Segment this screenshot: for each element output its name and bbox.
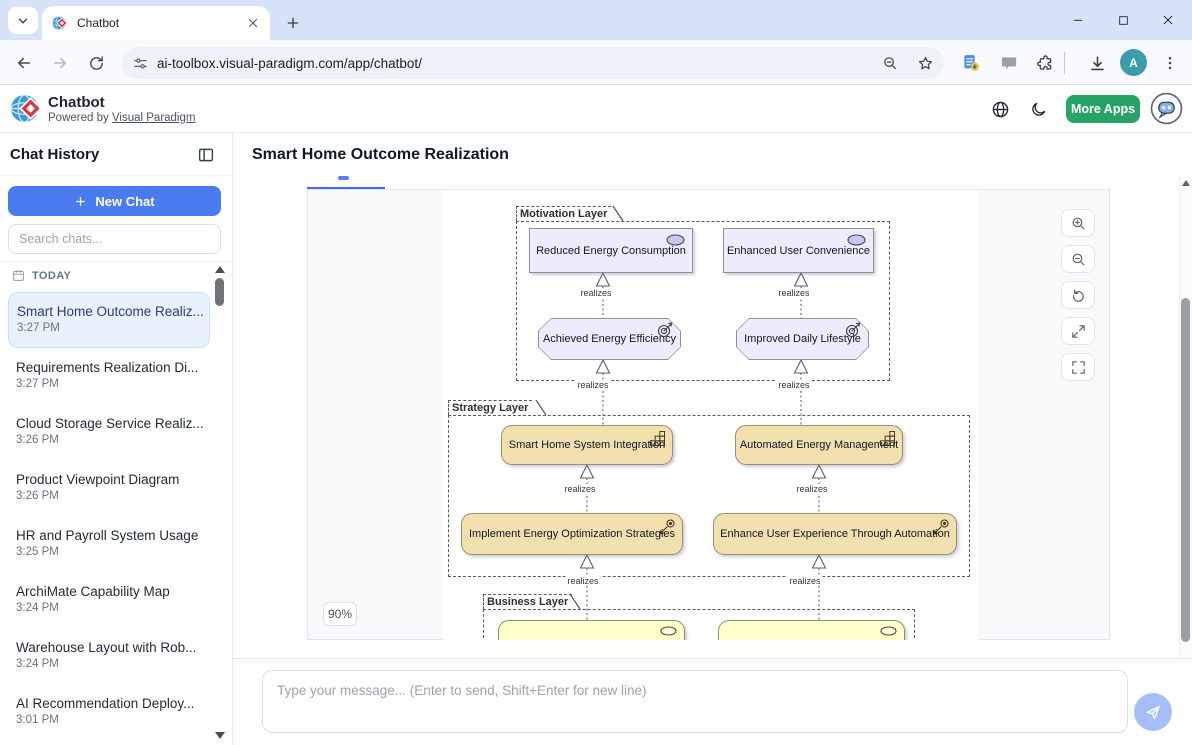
- outcome-target-icon: [657, 322, 673, 338]
- tab-close-icon[interactable]: [246, 16, 260, 30]
- business-service-node[interactable]: [498, 620, 685, 640]
- active-tab-fragment[interactable]: [338, 176, 349, 180]
- main-scrollbar-thumb[interactable]: [1181, 298, 1190, 642]
- new-tab-button[interactable]: [280, 10, 306, 36]
- main-scroll-up-arrow[interactable]: [1182, 180, 1190, 186]
- translate-download-icon[interactable]: [957, 49, 985, 77]
- capability-node[interactable]: Automated Energy Management: [735, 425, 903, 465]
- extensions-puzzle-icon[interactable]: [1031, 49, 1059, 77]
- message-input[interactable]: [262, 670, 1128, 733]
- goal-node[interactable]: Enhanced User Convenience: [723, 228, 874, 273]
- new-chat-button[interactable]: New Chat: [8, 186, 221, 216]
- course-of-action-icon: [933, 519, 949, 535]
- goal-node[interactable]: Reduced Energy Consumption: [529, 228, 693, 273]
- sidebar-divider: [232, 133, 233, 745]
- capability-icon: [880, 431, 895, 446]
- back-button[interactable]: [10, 49, 38, 77]
- diagram-expand-button[interactable]: [1061, 317, 1095, 345]
- business-service-icon: [880, 626, 897, 636]
- goal-icon: [847, 234, 866, 246]
- language-globe-icon[interactable]: [991, 100, 1010, 119]
- forward-button[interactable]: [46, 49, 74, 77]
- collapse-sidebar-icon[interactable]: [197, 146, 215, 164]
- business-service-icon: [660, 626, 677, 636]
- sidebar-divider-line2: [0, 261, 232, 262]
- app-header: [0, 85, 1192, 133]
- more-apps-button[interactable]: More Apps: [1066, 95, 1140, 123]
- send-plane-icon: [1144, 703, 1162, 721]
- archimate-diagram[interactable]: Motivation Layer Strategy Layer Business…: [443, 190, 978, 640]
- chat-history-item[interactable]: Smart Home Outcome Realiz...3:27 PM: [8, 292, 210, 348]
- chat-history-item[interactable]: Product Viewpoint Diagram3:26 PM: [8, 466, 210, 518]
- dark-mode-moon-icon[interactable]: [1030, 101, 1047, 118]
- window-maximize-button[interactable]: [1106, 8, 1140, 32]
- chat-history-item[interactable]: Cloud Storage Service Realiz...3:26 PM: [8, 410, 210, 462]
- powered-by: Powered by Visual Paradigm: [48, 112, 195, 124]
- course-of-action-icon: [659, 519, 675, 535]
- send-button[interactable]: [1134, 693, 1172, 731]
- diagram-fullscreen-button[interactable]: [1061, 353, 1095, 381]
- plus-icon: [74, 195, 87, 208]
- url-bar[interactable]: ai-toolbox.visual-paradigm.com/app/chatb…: [122, 47, 944, 79]
- chat-history-item[interactable]: Warehouse Layout with Rob...3:24 PM: [8, 634, 210, 686]
- diagram-zoom-in-button[interactable]: [1061, 209, 1095, 237]
- realizes-label: realizes: [578, 288, 613, 298]
- zoom-out-page-icon[interactable]: [882, 55, 899, 72]
- tab-title: Chatbot: [77, 16, 246, 30]
- realizes-label: realizes: [562, 484, 597, 494]
- bookmark-star-icon[interactable]: [917, 55, 934, 72]
- window-minimize-button[interactable]: [1061, 8, 1095, 32]
- visual-paradigm-logo: [10, 92, 43, 125]
- side-panel-comment-icon[interactable]: [995, 49, 1023, 77]
- capability-node[interactable]: Smart Home System Integration: [501, 425, 673, 465]
- site-settings-icon[interactable]: [132, 55, 149, 72]
- sidebar-scroll-up-arrow[interactable]: [215, 266, 225, 273]
- outcome-node[interactable]: Achieved Energy Efficiency: [538, 318, 681, 360]
- chat-history-item[interactable]: Requirements Realization Di...3:27 PM: [8, 354, 210, 406]
- diagram-zoom-out-button[interactable]: [1061, 245, 1095, 273]
- realizes-label: realizes: [776, 288, 811, 298]
- chat-history-title: Chat History: [10, 146, 99, 163]
- realizes-label: realizes: [565, 576, 600, 586]
- outcome-target-icon: [845, 322, 861, 338]
- today-section-header: TODAY: [12, 269, 71, 282]
- toolbar-separator: [1064, 52, 1065, 74]
- calendar-icon: [12, 269, 25, 282]
- chatbot-assistant-icon[interactable]: [1150, 92, 1183, 125]
- reload-button[interactable]: [82, 49, 110, 77]
- realizes-label: realizes: [776, 380, 811, 390]
- app-title: Chatbot: [48, 94, 105, 111]
- business-service-node[interactable]: [718, 620, 905, 640]
- search-input[interactable]: [8, 224, 221, 254]
- realizes-label: realizes: [575, 380, 610, 390]
- window-close-button[interactable]: [1151, 8, 1185, 32]
- realizes-label: realizes: [787, 576, 822, 586]
- course-of-action-node[interactable]: Implement Energy Optimization Strategies: [461, 513, 683, 555]
- chat-history-item[interactable]: ArchiMate Capability Map3:24 PM: [8, 578, 210, 630]
- sidebar-scrollbar-thumb[interactable]: [215, 278, 224, 306]
- realization-connectors: [443, 190, 978, 640]
- tab-search-chevron-button[interactable]: [8, 7, 38, 34]
- diagram-reset-view-button[interactable]: [1061, 281, 1095, 309]
- chevron-down-icon: [16, 14, 30, 28]
- visual-paradigm-link[interactable]: Visual Paradigm: [112, 112, 196, 124]
- browser-menu-kebab-icon[interactable]: [1156, 49, 1184, 77]
- chat-history-item[interactable]: HR and Payroll System Usage3:25 PM: [8, 522, 210, 574]
- url-text: ai-toolbox.visual-paradigm.com/app/chatb…: [157, 56, 882, 71]
- course-of-action-node[interactable]: Enhance User Experience Through Automati…: [713, 513, 957, 555]
- realizes-label: realizes: [794, 484, 829, 494]
- favicon-visual-paradigm: [52, 15, 68, 31]
- page-title: Smart Home Outcome Realization: [252, 146, 509, 164]
- capability-icon: [650, 431, 665, 446]
- sidebar-divider-line: [0, 175, 232, 176]
- browser-tab[interactable]: Chatbot: [42, 6, 270, 40]
- chat-history-item[interactable]: AI Recommendation Deploy...3:01 PM: [8, 690, 210, 742]
- outcome-node[interactable]: Improved Daily Lifestyle: [736, 318, 869, 360]
- profile-avatar[interactable]: A: [1120, 49, 1147, 76]
- zoom-level-badge: 90%: [323, 602, 357, 626]
- downloads-icon[interactable]: [1083, 49, 1111, 77]
- sidebar-scroll-down-arrow[interactable]: [215, 732, 225, 739]
- app-window: Chatbot ai-toolbox.visual-paradigm.com/a…: [0, 0, 1192, 745]
- goal-icon: [666, 234, 685, 246]
